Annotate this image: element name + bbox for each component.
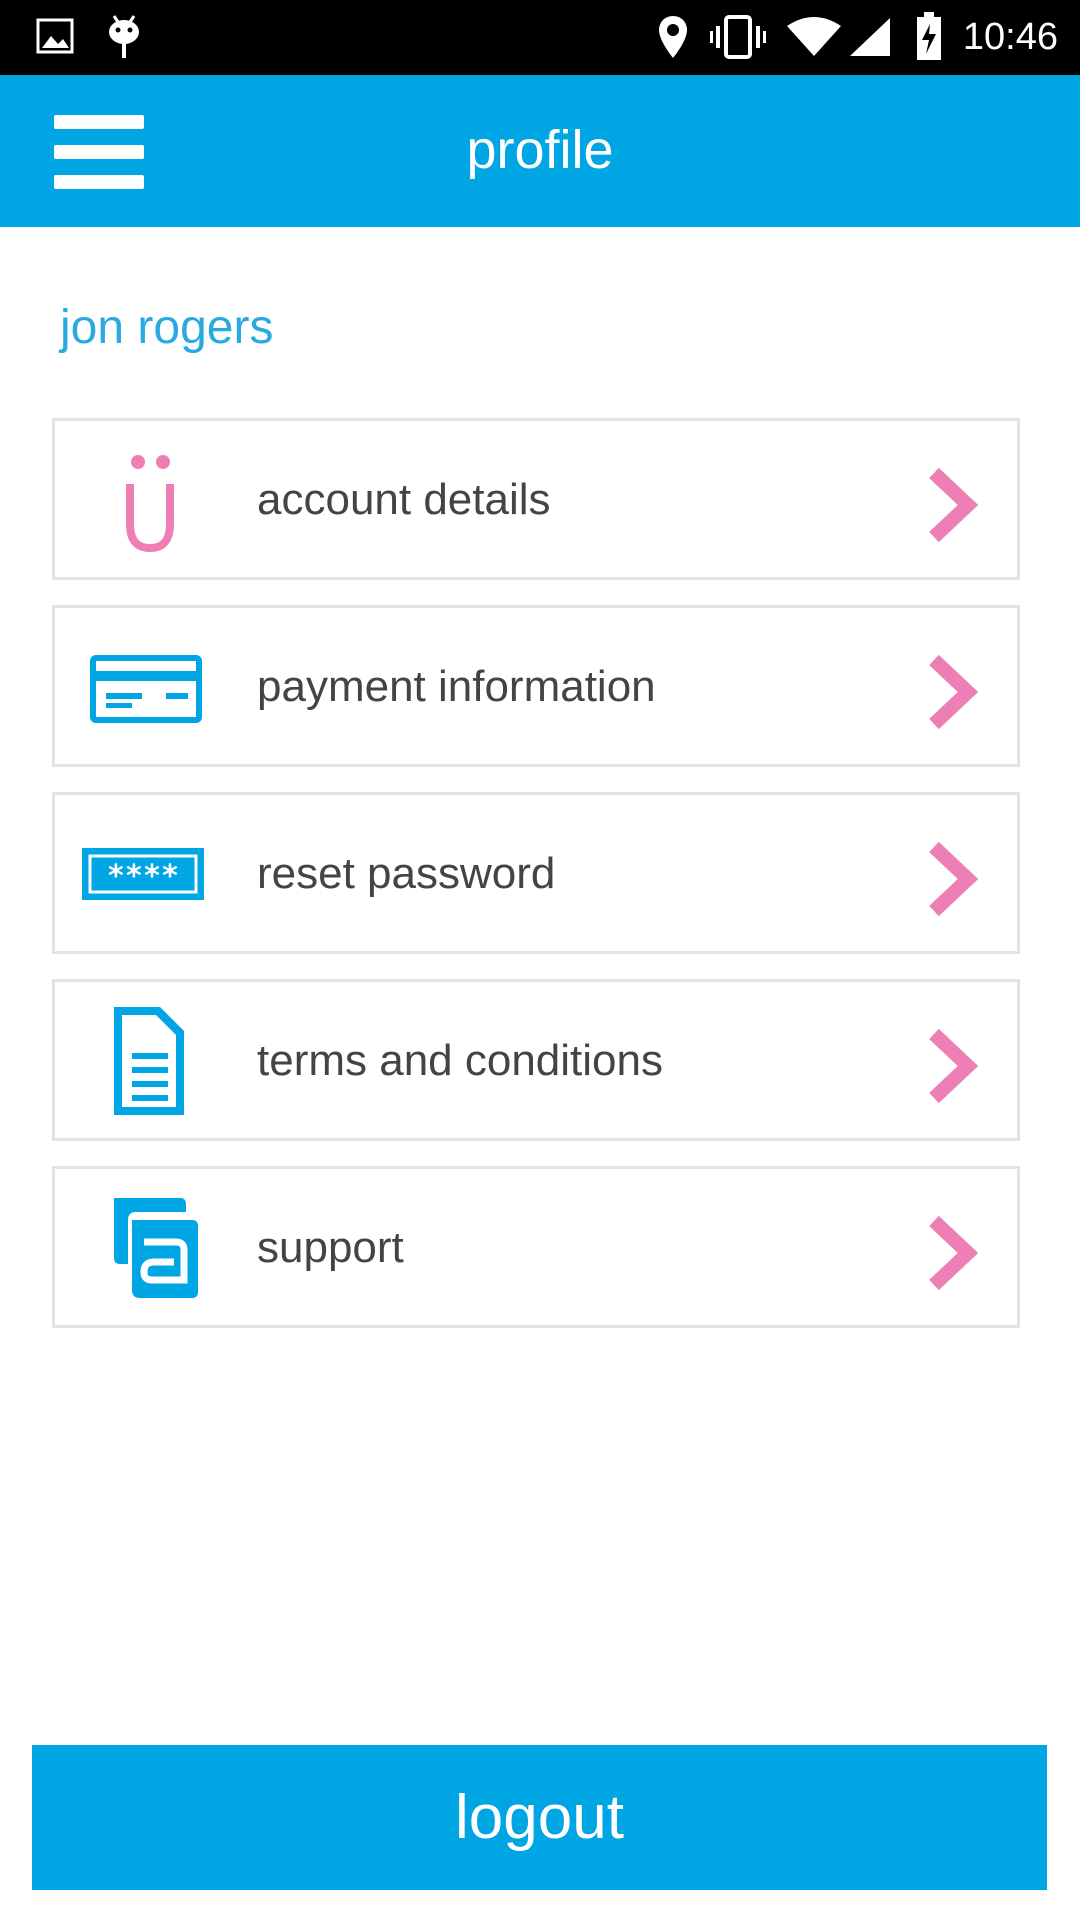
vibrate-icon [710, 15, 766, 59]
menu-item-payment-information[interactable]: payment information [52, 605, 1020, 767]
menu-item-label: terms and conditions [257, 1036, 663, 1085]
menu-item-terms-and-conditions[interactable]: terms and conditions [52, 979, 1020, 1141]
battery-charging-icon [917, 12, 941, 60]
chevron-right-icon [929, 1215, 979, 1291]
credit-card-icon [90, 655, 202, 723]
chevron-right-icon [929, 1028, 979, 1104]
menu-item-label: reset password [257, 849, 556, 898]
logout-button[interactable]: logout [32, 1745, 1047, 1890]
menu-item-label: account details [257, 475, 551, 524]
wifi-icon [787, 17, 841, 56]
password-field-icon: **** [82, 848, 204, 900]
menu-item-label: support [257, 1223, 404, 1272]
chevron-right-icon [929, 467, 979, 543]
document-icon [114, 1007, 184, 1115]
page-title: profile [466, 120, 614, 180]
android-icon [109, 15, 139, 58]
signal-icon [850, 18, 890, 56]
chevron-right-icon [929, 841, 979, 917]
status-bar: 10:46 [0, 0, 1080, 75]
status-time: 10:46 [962, 16, 1058, 58]
menu-item-support[interactable]: support [52, 1166, 1020, 1328]
image-icon [36, 18, 74, 54]
user-name: jon rogers [60, 301, 274, 354]
menu-item-label: payment information [257, 662, 656, 711]
menu-item-reset-password[interactable]: **** reset password [52, 792, 1020, 954]
menu-item-account-details[interactable]: account details [52, 418, 1020, 580]
location-icon [659, 16, 687, 58]
svg-text:****: **** [107, 859, 179, 894]
account-smiley-icon [126, 455, 174, 553]
chevron-right-icon [929, 654, 979, 730]
app-bar: profile [0, 75, 1080, 227]
support-chat-icon [114, 1198, 198, 1298]
